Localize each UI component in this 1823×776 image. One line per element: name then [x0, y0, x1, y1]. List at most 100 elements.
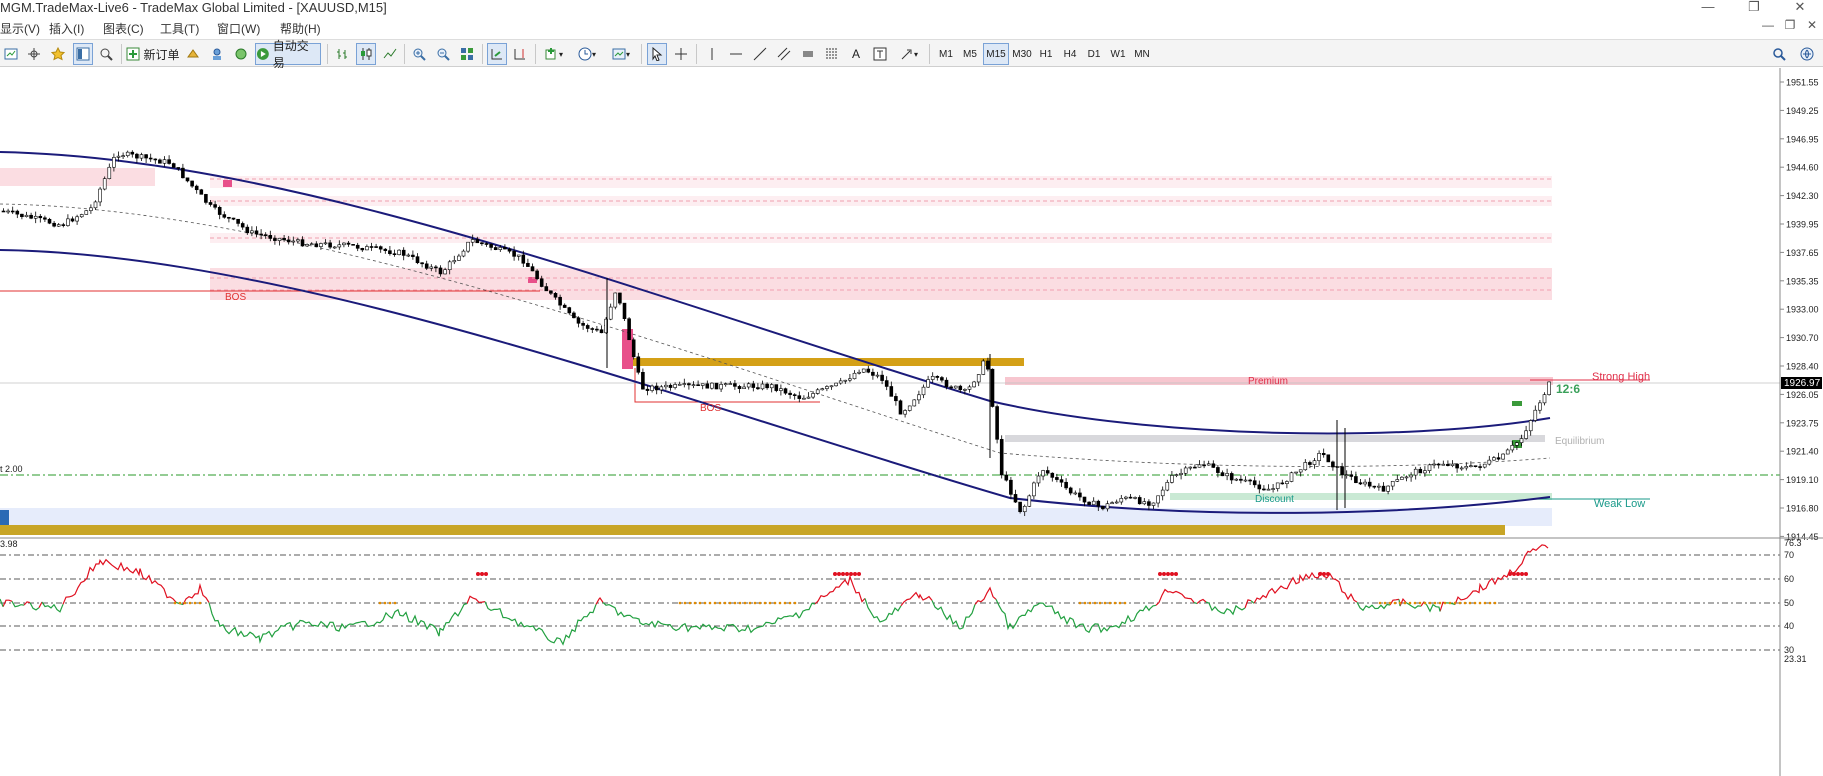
chart-minimize-button[interactable]: —	[1757, 18, 1779, 38]
candle-body	[912, 399, 917, 407]
candle-body	[848, 378, 852, 381]
strategy-tester-icon[interactable]	[97, 43, 115, 65]
candle-body	[1515, 442, 1519, 446]
crosshair-move-icon[interactable]	[25, 43, 43, 65]
chart-close-button[interactable]: ✕	[1801, 18, 1823, 38]
candlestick-chart-icon[interactable]	[356, 43, 376, 65]
candle-body	[342, 242, 346, 246]
signal-dot	[748, 601, 752, 605]
candle-body	[70, 218, 75, 222]
signal-dot	[393, 601, 397, 605]
navigator-icon[interactable]	[73, 43, 93, 65]
auto-scroll-icon[interactable]	[487, 43, 507, 65]
data-window-icon[interactable]	[208, 43, 226, 65]
fibonacci-icon[interactable]	[823, 43, 841, 65]
menu-tools[interactable]: 工具(T)	[160, 20, 199, 37]
tile-windows-icon[interactable]	[458, 43, 476, 65]
candle-body	[250, 230, 254, 234]
community-icon[interactable]	[1796, 43, 1818, 65]
candle-body	[480, 242, 484, 245]
candle-body	[1496, 457, 1501, 460]
candle-body	[549, 290, 553, 294]
menu-window[interactable]: 窗口(W)	[217, 20, 260, 37]
zoom-out-icon[interactable]	[434, 43, 452, 65]
candle-body	[567, 307, 572, 314]
auto-trading-button[interactable]: 自动交易	[255, 39, 321, 70]
new-order-button[interactable]: 新订单	[126, 43, 180, 65]
templates-dropdown-icon[interactable]: ▾	[607, 43, 635, 65]
new-chart-icon[interactable]	[2, 43, 20, 65]
arrows-dropdown-icon[interactable]: ▾	[895, 43, 923, 65]
candle-body	[641, 372, 645, 390]
timeframe-h1[interactable]: H1	[1035, 43, 1057, 65]
candle-body	[1363, 481, 1367, 485]
candle-body	[259, 233, 263, 236]
timeframe-m30[interactable]: M30	[1009, 43, 1035, 65]
candle-body	[530, 266, 535, 272]
indicator-window: 3.98 76.3 70 60 50 40 30 23.31	[0, 538, 1807, 776]
candle-body	[1087, 501, 1091, 505]
candle-body	[93, 201, 98, 209]
chart-area[interactable]: BOS BOS Premium Equilibrium Discount Str…	[0, 68, 1823, 776]
candle-body	[1142, 501, 1147, 505]
bar-chart-icon[interactable]	[333, 43, 351, 65]
menu-insert[interactable]: 插入(I)	[49, 20, 84, 37]
overbought-dot	[1170, 572, 1174, 576]
vertical-line-icon[interactable]	[703, 43, 721, 65]
candle-body	[1119, 498, 1124, 503]
candle-body	[314, 243, 319, 247]
discount-zone	[1170, 493, 1552, 500]
signal-dot	[768, 601, 772, 605]
close-button[interactable]: ✕	[1777, 0, 1823, 18]
candle-body	[1027, 495, 1032, 507]
price-tick-label: 1942.30	[1786, 191, 1819, 201]
equidistant-channel-icon[interactable]	[775, 43, 793, 65]
menu-view[interactable]: 显示(V)	[0, 20, 40, 37]
candle-body	[774, 384, 779, 391]
signals-icon[interactable]	[232, 43, 250, 65]
line-chart-icon[interactable]	[381, 43, 399, 65]
timeframe-m15[interactable]: M15	[983, 43, 1009, 65]
candle-body	[461, 250, 466, 257]
candle-body	[1312, 460, 1317, 465]
candle-body	[438, 267, 443, 275]
minimize-button[interactable]: —	[1685, 0, 1731, 18]
crosshair-icon[interactable]	[672, 43, 690, 65]
candle-body	[153, 158, 158, 161]
restore-button[interactable]: ❐	[1731, 0, 1777, 18]
signal-dot	[1383, 601, 1387, 605]
market-watch-icon[interactable]	[184, 43, 202, 65]
cursor-icon[interactable]	[647, 43, 667, 65]
timeframe-mn[interactable]: MN	[1131, 43, 1153, 65]
signal-dot	[193, 601, 197, 605]
text-box-icon[interactable]	[871, 43, 889, 65]
horizontal-line-icon[interactable]	[727, 43, 745, 65]
menu-help[interactable]: 帮助(H)	[280, 20, 321, 37]
menu-charts[interactable]: 图表(C)	[103, 20, 144, 37]
timeframe-w1[interactable]: W1	[1107, 43, 1129, 65]
rectangle-icon[interactable]	[799, 43, 817, 65]
chart-shift-icon[interactable]	[511, 43, 529, 65]
left-level-label: t 2.00	[0, 464, 23, 474]
indicators-dropdown-icon[interactable]: ▾	[541, 43, 567, 65]
weak-low-label: Weak Low	[1594, 498, 1645, 510]
timeframe-m1[interactable]: M1	[935, 43, 957, 65]
zoom-in-icon[interactable]	[410, 43, 428, 65]
candle-body	[415, 256, 420, 264]
search-icon[interactable]	[1770, 43, 1788, 65]
chart-restore-button[interactable]: ❐	[1779, 18, 1801, 38]
timeframe-h4[interactable]: H4	[1059, 43, 1081, 65]
periods-dropdown-icon[interactable]: ▾	[573, 43, 601, 65]
candle-body	[286, 239, 291, 243]
timeframe-m5[interactable]: M5	[959, 43, 981, 65]
bar-countdown: 12:6	[1556, 382, 1580, 396]
text-label-icon[interactable]: A	[847, 43, 865, 65]
candle-body	[98, 188, 102, 203]
candle-body	[746, 383, 751, 388]
price-tick-label: 1923.75	[1786, 418, 1819, 428]
favorites-icon[interactable]	[49, 43, 67, 65]
trendline-icon[interactable]	[751, 43, 769, 65]
candle-body	[1459, 467, 1464, 470]
timeframe-d1[interactable]: D1	[1083, 43, 1105, 65]
candle-body	[337, 244, 342, 248]
